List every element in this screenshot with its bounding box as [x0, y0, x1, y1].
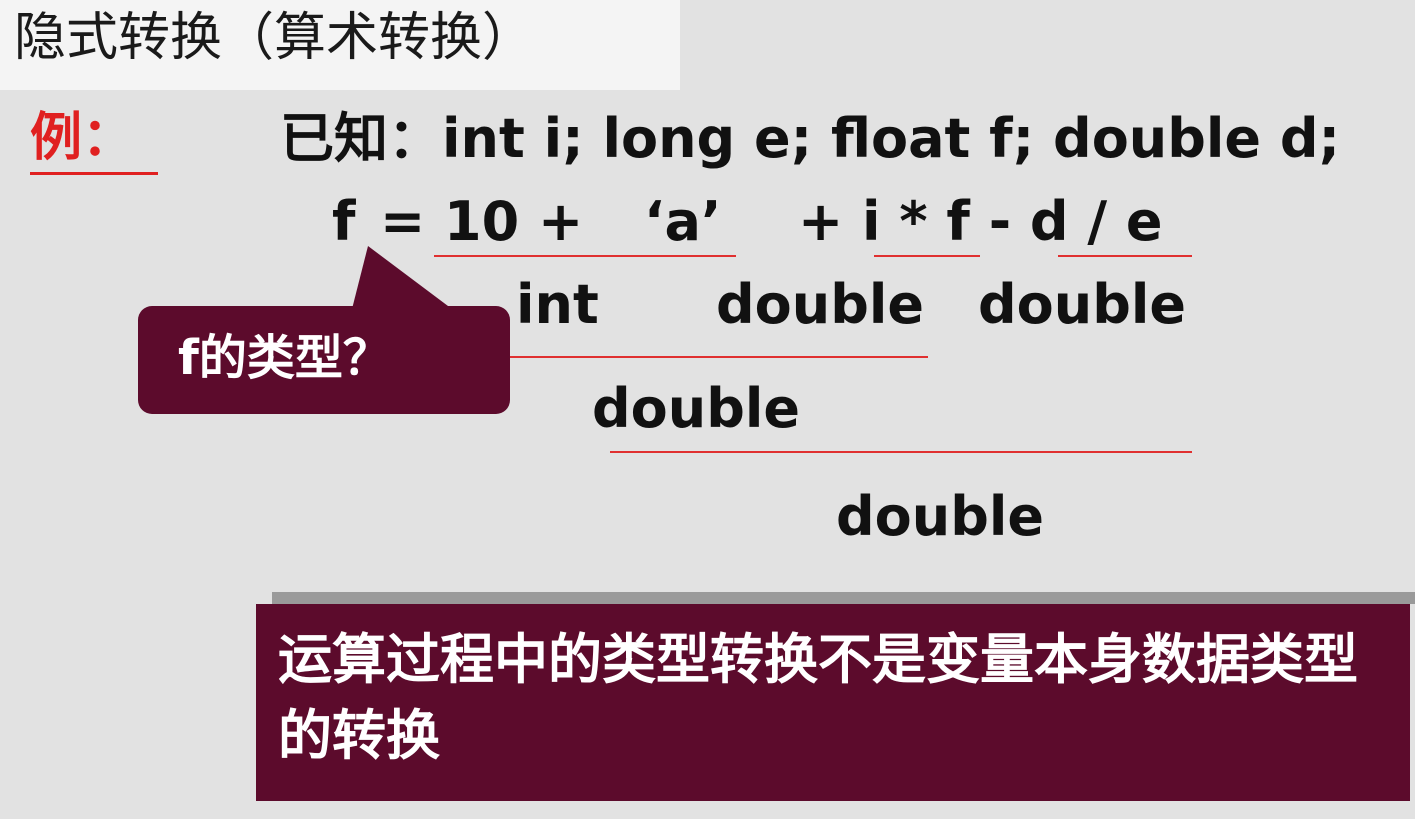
note-text: 运算过程中的类型转换不是变量本身数据类型的转换 — [278, 628, 1358, 767]
note-shadow — [272, 592, 1415, 604]
callout-text: f的类型？ — [178, 330, 391, 386]
